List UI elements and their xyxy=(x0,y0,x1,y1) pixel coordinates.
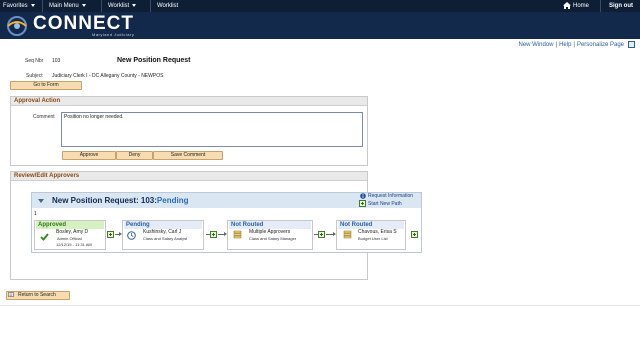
approvers-stack-icon xyxy=(233,230,242,239)
save-comment-button[interactable]: Save Comment xyxy=(153,151,223,160)
approver-role: Admin Official xyxy=(57,236,82,241)
go-to-form-button[interactable]: Go to Form xyxy=(10,81,82,90)
comment-label: Comment xyxy=(33,114,55,120)
approver-name[interactable]: Kushinsky, Carl J xyxy=(143,229,181,235)
approve-button[interactable]: Approve xyxy=(62,151,116,160)
stage-status: Not Routed xyxy=(229,221,311,229)
divider: | xyxy=(555,42,558,49)
comment-textarea[interactable]: Position no longer needed. xyxy=(61,112,363,147)
subject-value: Judiciary Clerk I - DC Allegany County -… xyxy=(52,73,164,79)
personalize-box-icon[interactable] xyxy=(628,41,635,48)
checkmark-icon xyxy=(40,233,49,241)
path-number: 1 xyxy=(34,211,37,217)
stage-status: Not Routed xyxy=(338,221,404,229)
home-icon xyxy=(563,1,571,9)
approver-role: Budget User List xyxy=(358,236,388,241)
return-to-search-button[interactable]: Return to Search xyxy=(6,291,70,300)
breadcrumb-worklist-menu[interactable]: Worklist xyxy=(101,0,137,12)
breadcrumb-worklist-2: Worklist xyxy=(157,3,179,9)
app-logo-subtitle: Maryland Judiciary xyxy=(92,32,135,37)
return-to-search-label: Return to Search xyxy=(18,292,56,298)
seq-nbr-label: Seq Nbr xyxy=(25,58,44,64)
breadcrumb-worklist-1: Worklist xyxy=(108,3,130,9)
seq-nbr-value: 103 xyxy=(52,58,61,64)
divider: | xyxy=(573,42,575,49)
approver-role: Class and Salary Manager xyxy=(249,236,297,241)
connect-logo-icon xyxy=(7,16,27,36)
add-approver-icon[interactable] xyxy=(318,231,325,238)
breadcrumb-worklist[interactable]: Worklist xyxy=(150,0,178,12)
main-menu-label: Main Menu xyxy=(49,3,79,9)
deny-button[interactable]: Deny xyxy=(116,151,153,160)
approver-name[interactable]: Multiple Approvers xyxy=(249,229,290,235)
approval-flow-title: New Position Request: 103:Pending xyxy=(52,196,188,205)
start-new-path-link[interactable]: Start New Path xyxy=(368,201,402,207)
help-link[interactable]: Help xyxy=(559,42,571,48)
stage-status: Approved xyxy=(36,221,104,229)
approval-flow-title-prefix: New Position Request: 103: xyxy=(52,196,157,205)
page-title: New Position Request xyxy=(117,57,191,64)
clock-icon xyxy=(127,231,136,240)
top-navigation-bar: Favorites Main Menu Worklist Worklist Ho… xyxy=(0,0,640,12)
chevron-down-icon xyxy=(30,3,35,7)
personalize-page-link[interactable]: Personalize Page xyxy=(577,42,624,48)
sign-out-link[interactable]: Sign out xyxy=(600,0,633,12)
chevron-down-icon xyxy=(81,3,86,7)
approval-date: 12/12/15 - 11:31 AM xyxy=(56,242,92,247)
home-link[interactable]: Home xyxy=(563,0,589,12)
approver-name[interactable]: Bosley, Amy D xyxy=(56,229,88,235)
home-label: Home xyxy=(573,3,590,9)
new-window-link[interactable]: New Window xyxy=(518,42,553,48)
add-approver-icon[interactable] xyxy=(210,231,217,238)
approval-action-header: Approval Action xyxy=(11,97,367,106)
approver-name[interactable]: Chavous, Erisa S xyxy=(358,229,397,235)
add-approver-icon[interactable] xyxy=(411,231,418,238)
return-search-icon xyxy=(8,292,14,297)
footer-divider xyxy=(0,305,640,306)
app-banner: CONNECT Maryland Judiciary xyxy=(0,12,640,39)
sign-out-label: Sign out xyxy=(609,3,633,9)
favorites-menu[interactable]: Favorites xyxy=(3,0,35,12)
review-approvers-header: Review/Edit Approvers xyxy=(11,172,367,181)
request-information-link[interactable]: Request Information xyxy=(368,193,413,199)
utility-links: New Window | Help | Personalize Page xyxy=(517,41,636,50)
favorites-label: Favorites xyxy=(3,3,28,9)
add-approver-icon[interactable] xyxy=(107,231,114,238)
plus-icon[interactable] xyxy=(359,200,366,207)
chevron-down-icon xyxy=(132,3,137,7)
approval-flow-status: Pending xyxy=(156,196,189,205)
approver-role: Class and Salary Analyst xyxy=(143,236,188,241)
collapse-arrow-icon[interactable] xyxy=(38,199,44,203)
stage-status: Pending xyxy=(124,221,202,229)
info-icon[interactable] xyxy=(360,193,366,199)
approvers-stack-icon xyxy=(343,230,352,239)
main-menu[interactable]: Main Menu xyxy=(42,0,86,12)
subject-label: Subject xyxy=(26,73,43,79)
